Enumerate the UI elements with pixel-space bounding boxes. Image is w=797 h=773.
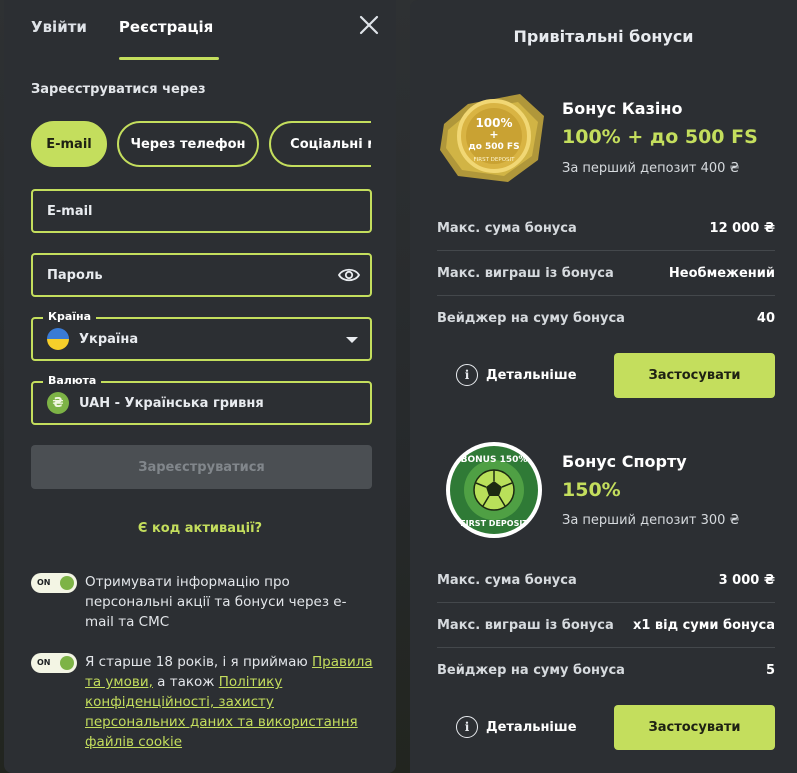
bonuses-title: Привітальні бонуси bbox=[513, 27, 694, 46]
row-key: Макс. сума бонуса bbox=[437, 572, 577, 588]
casino-row-max-bonus: Макс. сума бонуса 12 000 ₴ bbox=[437, 206, 775, 251]
toggle-state-label: ON bbox=[37, 578, 51, 587]
casino-bonus-subtitle: За перший депозит 400 ₴ bbox=[562, 161, 740, 176]
casino-details-link[interactable]: i Детальніше bbox=[456, 364, 577, 386]
age-terms-toggle[interactable]: ON bbox=[31, 653, 77, 673]
row-value: 12 000 ₴ bbox=[709, 220, 775, 236]
casino-apply-button[interactable]: Застосувати bbox=[614, 353, 775, 398]
registration-panel: Увійти Реєстрація Зареєструватися через … bbox=[4, 0, 396, 773]
promo-consent-toggle[interactable]: ON bbox=[31, 573, 77, 593]
age-terms-mid: а також bbox=[152, 674, 219, 690]
method-social-button[interactable]: Соціальні м bbox=[269, 121, 371, 167]
row-key: Макс. виграш із бонуса bbox=[437, 617, 614, 633]
activation-code-link[interactable]: Є код активації? bbox=[4, 521, 396, 536]
tab-register[interactable]: Реєстрація bbox=[118, 18, 220, 60]
email-input[interactable] bbox=[47, 203, 356, 219]
sport-badge-line-1: BONUS 150% bbox=[461, 455, 528, 465]
currency-label: Валюта bbox=[43, 374, 102, 387]
password-input[interactable] bbox=[47, 267, 356, 283]
register-submit-button[interactable]: Зареєструватися bbox=[31, 445, 372, 489]
ukraine-flag-icon bbox=[47, 328, 69, 350]
row-key: Макс. виграш із бонуса bbox=[437, 265, 614, 281]
currency-value: UAH - Українська гривня bbox=[79, 395, 264, 411]
casino-badge-line-2: + bbox=[489, 128, 498, 141]
email-field[interactable] bbox=[31, 189, 372, 233]
casino-badge-line-3: до 500 FS bbox=[468, 142, 519, 152]
row-value: 3 000 ₴ bbox=[718, 572, 775, 588]
sport-bonus-name: Бонус Спорту bbox=[562, 452, 687, 471]
sport-details-link[interactable]: i Детальніше bbox=[456, 716, 577, 738]
close-icon[interactable] bbox=[356, 12, 382, 38]
country-value: Україна bbox=[79, 331, 139, 347]
casino-bonus-amount: 100% + до 500 FS bbox=[562, 126, 758, 148]
hryvnia-coin-icon: ₴ bbox=[47, 392, 69, 414]
auth-tabs: Увійти Реєстрація bbox=[31, 18, 220, 60]
register-method-selector: E-mail Через телефон Соціальні м bbox=[31, 121, 371, 169]
country-label: Країна bbox=[43, 310, 97, 323]
casino-row-max-win: Макс. виграш із бонуса Необмежений bbox=[437, 251, 775, 296]
row-value: Необмежений bbox=[668, 265, 775, 281]
sport-bonus-amount: 150% bbox=[562, 479, 621, 501]
info-icon: i bbox=[456, 364, 478, 386]
register-via-label: Зареєструватися через bbox=[31, 82, 206, 97]
currency-select[interactable]: Валюта ₴ UAH - Українська гривня bbox=[31, 374, 372, 425]
sport-bonus-badge-icon: BONUS 150% FIRST DEPOSIT bbox=[438, 440, 550, 540]
casino-bonus-name: Бонус Казіно bbox=[562, 99, 683, 118]
sport-bonus-subtitle: За перший депозит 300 ₴ bbox=[562, 513, 740, 528]
age-terms-prefix: Я старше 18 років, і я приймаю bbox=[85, 654, 313, 670]
details-label: Детальніше bbox=[486, 367, 577, 383]
promo-consent-text: Отримувати інформацію про персональні ак… bbox=[85, 574, 347, 630]
casino-row-wager: Вейджер на суму бонуса 40 bbox=[437, 296, 775, 341]
row-value: 5 bbox=[765, 663, 775, 678]
sport-row-wager: Вейджер на суму бонуса 5 bbox=[437, 648, 775, 693]
info-icon: i bbox=[456, 716, 478, 738]
sport-badge-line-2: FIRST DEPOSIT bbox=[460, 519, 528, 528]
toggle-state-label: ON bbox=[37, 658, 51, 667]
chevron-down-icon bbox=[346, 337, 358, 343]
show-password-eye-icon[interactable] bbox=[337, 265, 361, 285]
details-label: Детальніше bbox=[486, 719, 577, 735]
method-phone-button[interactable]: Через телефон bbox=[117, 121, 259, 167]
method-email-button[interactable]: E-mail bbox=[31, 121, 107, 167]
welcome-bonuses-panel: Привітальні бонуси 100% + до 500 FS FIRS… bbox=[410, 0, 797, 773]
row-key: Вейджер на суму бонуса bbox=[437, 663, 625, 678]
casino-bonus-badge-icon: 100% + до 500 FS FIRST DEPOSIT bbox=[438, 86, 550, 186]
casino-badge-line-4: FIRST DEPOSIT bbox=[473, 157, 515, 163]
tab-login[interactable]: Увійти bbox=[31, 18, 87, 48]
toggle-knob bbox=[60, 656, 74, 670]
toggle-knob bbox=[60, 576, 74, 590]
row-value: x1 від суми бонуса bbox=[632, 617, 775, 633]
sport-row-max-win: Макс. виграш із бонуса x1 від суми бонус… bbox=[437, 603, 775, 648]
row-value: 40 bbox=[756, 311, 775, 326]
sport-row-max-bonus: Макс. сума бонуса 3 000 ₴ bbox=[437, 558, 775, 603]
country-select[interactable]: Країна Україна bbox=[31, 310, 372, 361]
row-key: Макс. сума бонуса bbox=[437, 220, 577, 236]
sport-apply-button[interactable]: Застосувати bbox=[614, 705, 775, 750]
row-key: Вейджер на суму бонуса bbox=[437, 311, 625, 326]
password-field[interactable] bbox=[31, 253, 372, 297]
age-terms-text: Я старше 18 років, і я приймаю Правила т… bbox=[85, 652, 375, 752]
